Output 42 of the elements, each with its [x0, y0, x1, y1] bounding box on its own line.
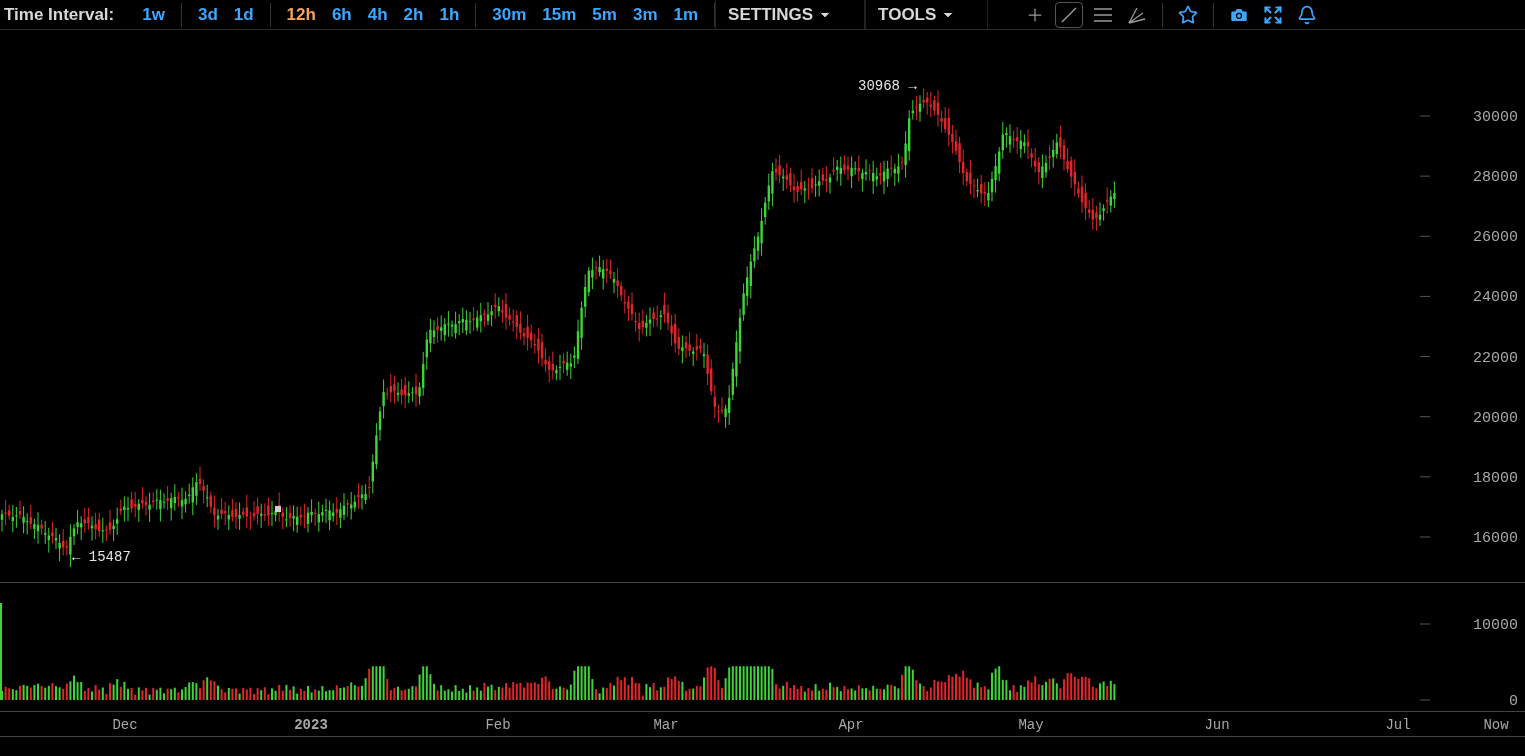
price-axis-label: 22000 — [1473, 349, 1518, 367]
volume-axis-label: 10000 — [1473, 617, 1518, 634]
price-axis-label: 30000 — [1473, 109, 1518, 126]
price-axis-label: 18000 — [1473, 469, 1518, 487]
toolbar-label: Time Interval: — [3, 3, 116, 26]
dropdown-menu-button[interactable]: SETTINGS — [715, 0, 846, 29]
diagonal-line-icon — [1059, 4, 1080, 25]
interval-button[interactable]: 30m — [484, 1, 535, 28]
bell-icon — [1297, 4, 1318, 25]
interval-button[interactable]: 2h — [395, 1, 432, 28]
time-axis-label: Jul — [1385, 717, 1411, 733]
price-axis-label: 24000 — [1473, 289, 1518, 307]
price-axis-label: 28000 — [1473, 169, 1518, 187]
interval-button[interactable]: 3d — [189, 1, 226, 28]
time-axis-label: Feb — [485, 717, 511, 733]
price-axis-label: 16000 — [1473, 530, 1518, 547]
interval-button[interactable]: 5m — [584, 1, 625, 28]
time-axis-label: May — [1018, 717, 1044, 733]
time-axis-label: Dec — [112, 717, 138, 733]
time-axis-label: Apr — [838, 717, 864, 733]
interval-button[interactable]: 3m — [624, 1, 666, 28]
dropdown-menu-button[interactable]: TOOLS — [865, 0, 969, 29]
interval-button[interactable]: 1m — [665, 1, 707, 28]
time-axis-label: Jun — [1204, 717, 1230, 733]
interval-button[interactable]: 15m — [534, 1, 585, 28]
interval-button[interactable]: 1h — [431, 1, 468, 28]
fullscreen-icon — [1263, 4, 1284, 25]
low-price-annotation: ← 15487 — [72, 549, 131, 565]
time-axis-label: 2023 — [294, 717, 328, 733]
high-price-annotation: 30968 → — [858, 78, 917, 94]
interval-button[interactable]: 1w — [134, 1, 173, 28]
interval-button[interactable]: 4h — [359, 1, 396, 28]
interval-button[interactable]: 6h — [323, 1, 360, 28]
star-icon — [1178, 4, 1199, 25]
time-axis-label: Now — [1483, 717, 1509, 733]
time-axis-label: Mar — [653, 717, 679, 733]
price-axis-label: 20000 — [1473, 409, 1518, 427]
marker-square — [275, 506, 281, 512]
price-axis-label: 26000 — [1473, 229, 1518, 247]
interval-button[interactable]: 1d — [225, 1, 262, 28]
interval-button[interactable]: 12h — [278, 1, 324, 28]
volume-axis-label: 0 — [1509, 693, 1518, 710]
